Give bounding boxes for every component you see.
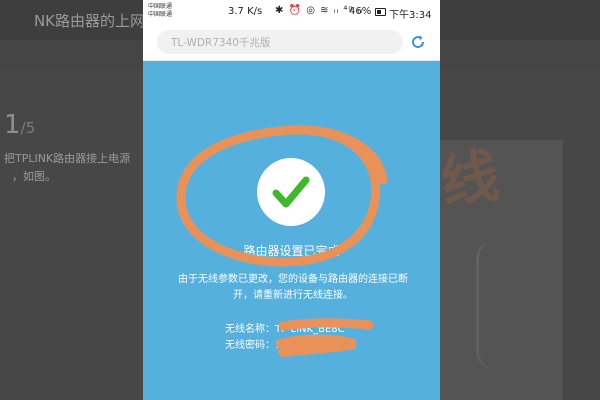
step-counter: 1/5 xyxy=(4,110,35,140)
status-clock: 下午3:34 xyxy=(389,10,432,21)
wifi-password-value: 12345678 xyxy=(275,340,326,351)
carrier-sim2: 中国联通 xyxy=(148,11,173,18)
step-instruction: 把TPLINK路由器接上电源 xyxy=(4,152,131,165)
url-text: TL-WDR7340千兆版 xyxy=(171,37,271,49)
wifi-name-value: TP-LINK_BE8C xyxy=(275,324,345,335)
wifi-name-row: 无线名称：TP-LINK_BE8C xyxy=(225,322,345,338)
url-field[interactable]: TL-WDR7340千兆版 xyxy=(157,30,403,54)
wifi-password-label: 无线密码： xyxy=(225,340,275,351)
disconnect-notice: 由于无线参数已更改，您的设备与路由器的连接已断开，请重新进行无线连接。 xyxy=(178,274,408,301)
phone-screenshot: 中国联通 中国联通 3.7 K/s ✱ ⏰ ◎ ≋ ᵢᵢ ⁴ᵍ ᵢᵢ 46% 下… xyxy=(143,0,440,400)
battery-icon xyxy=(375,8,386,16)
setup-complete-title: 路由器设置已完成 xyxy=(243,244,340,258)
wifi-name-label: 无线名称： xyxy=(225,324,275,335)
carrier-sim1: 中国联通 xyxy=(148,3,173,10)
network-speed: 3.7 K/s xyxy=(228,6,263,17)
wifi-password-row: 无线密码：12345678 xyxy=(225,338,345,354)
router-cable xyxy=(476,240,515,370)
checkmark-icon xyxy=(272,176,310,208)
article-title: NK路由器的上网设 xyxy=(33,12,160,30)
step-total: /5 xyxy=(20,119,36,137)
status-bar: 中国联通 中国联通 3.7 K/s ✱ ⏰ ◎ ≋ ᵢᵢ ⁴ᵍ ᵢᵢ 46% 下… xyxy=(143,0,440,24)
refresh-icon[interactable] xyxy=(409,33,427,51)
battery-percent: 46% xyxy=(349,6,372,17)
router-photo-text: 线 xyxy=(436,141,504,217)
browser-address-bar: TL-WDR7340千兆版 xyxy=(143,24,440,61)
step-instruction-continued: ，如图。 xyxy=(12,170,56,183)
wifi-info: 无线名称：TP-LINK_BE8C 无线密码：12345678 xyxy=(225,322,345,354)
success-badge xyxy=(257,158,325,226)
carrier-info: 中国联通 中国联通 xyxy=(148,3,172,19)
step-current: 1 xyxy=(4,110,21,140)
